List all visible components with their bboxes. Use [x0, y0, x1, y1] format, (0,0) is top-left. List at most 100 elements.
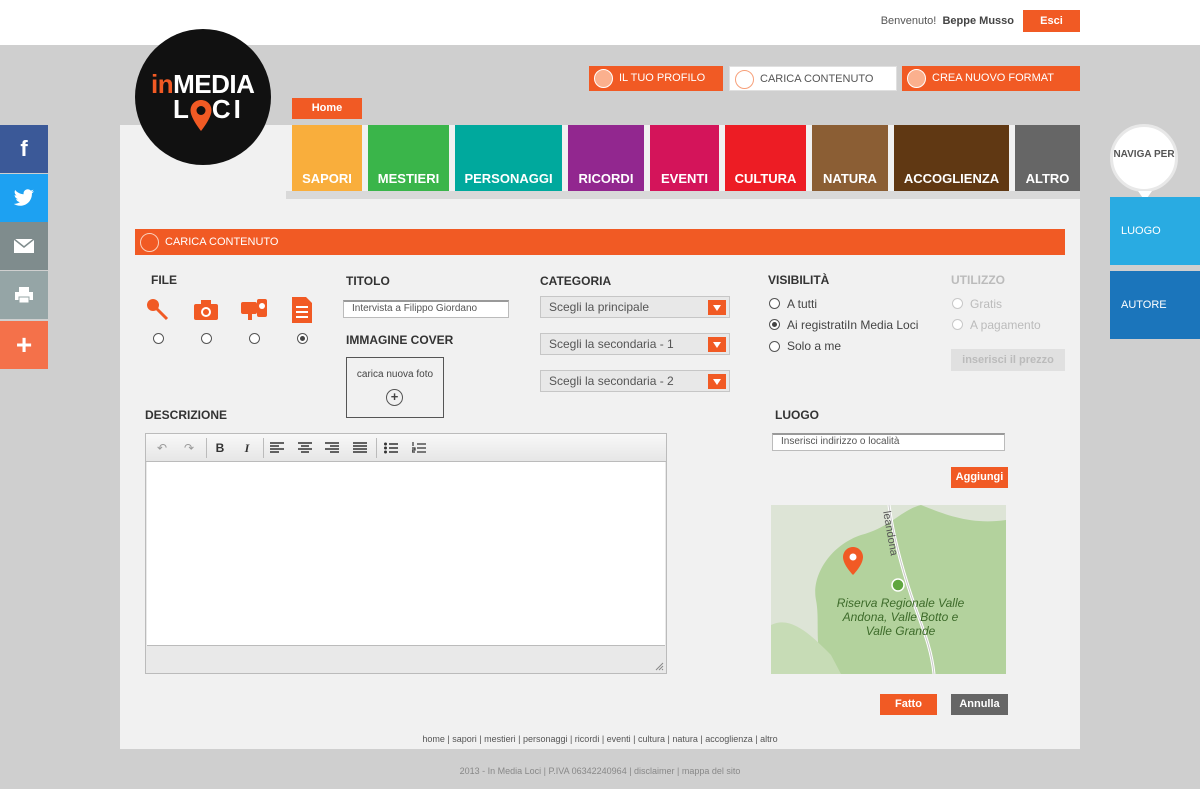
upload-content-button[interactable]: CARICA CONTENUTO: [729, 66, 897, 91]
title-label: TITOLO: [346, 274, 390, 288]
section-header: CARICA CONTENUTO: [135, 229, 1065, 255]
share-plus-icon: +: [15, 329, 33, 360]
new-format-button[interactable]: CREA NUOVO FORMAT: [902, 66, 1080, 91]
numbered-list-icon[interactable]: [412, 442, 426, 454]
place-label: LUOGO: [775, 408, 819, 422]
photo-icon[interactable]: [193, 299, 219, 321]
print-icon: [15, 287, 33, 304]
naviga-per-badge: NAVIGA PER: [1110, 124, 1178, 201]
italic-icon[interactable]: I: [236, 439, 258, 457]
usage-free-label: Gratis: [970, 297, 1003, 311]
facebook-button[interactable]: f: [0, 125, 48, 173]
align-right-icon[interactable]: [325, 442, 339, 454]
file-photo-radio[interactable]: [201, 333, 212, 344]
navigate-by-place-button[interactable]: LUOGO: [1110, 197, 1200, 265]
video-icon[interactable]: [240, 298, 268, 322]
visibility-registered-radio[interactable]: [769, 319, 780, 330]
audio-icon[interactable]: [145, 297, 171, 323]
bullet-list-icon[interactable]: [384, 442, 398, 454]
username: Beppe Musso: [942, 15, 1014, 27]
place-input[interactable]: Inserisci indirizzo o località: [772, 433, 1005, 451]
align-center-icon[interactable]: [298, 442, 312, 454]
profile-label: IL TUO PROFILO: [619, 72, 706, 84]
print-button[interactable]: [0, 271, 48, 319]
usage-paid-label: A pagamento: [970, 318, 1041, 332]
toolbar-divider: [263, 438, 264, 458]
usage-paid-radio[interactable]: [952, 319, 963, 330]
file-audio-radio[interactable]: [153, 333, 164, 344]
category-label: CATEGORIA: [540, 274, 612, 288]
twitter-button[interactable]: [0, 174, 48, 222]
category-tab-eventi[interactable]: EVENTI: [650, 125, 719, 191]
visibility-me-radio[interactable]: [769, 341, 780, 352]
upload-label: CARICA CONTENUTO: [760, 73, 874, 85]
toolbar-divider: [206, 438, 207, 458]
upload-icon: [140, 233, 159, 252]
map[interactable]: leandona Riserva Regionale Valle Andona,…: [771, 505, 1006, 674]
visibility-me-label: Solo a me: [787, 339, 842, 353]
email-button[interactable]: [0, 222, 48, 270]
title-input[interactable]: Intervista a Filippo Giordano: [343, 300, 509, 318]
bold-icon[interactable]: B: [209, 439, 231, 457]
undo-icon[interactable]: ↶: [151, 439, 173, 457]
chevron-down-icon: [708, 300, 726, 315]
align-justify-icon[interactable]: [353, 442, 367, 454]
add-place-button[interactable]: Aggiungi: [951, 467, 1008, 488]
category-tab-mestieri[interactable]: MESTIERI: [368, 125, 449, 191]
category-tab-sapori[interactable]: SAPORI: [292, 125, 362, 191]
visibility-label: VISIBILITÀ: [768, 273, 830, 287]
main-category-select[interactable]: Scegli la principale: [540, 296, 730, 318]
new-format-label: CREA NUOVO FORMAT: [932, 72, 1055, 84]
category-tab-natura[interactable]: NATURA: [812, 125, 888, 191]
map-place-label: Riserva Regionale Valle Andona, Valle Bo…: [836, 596, 965, 638]
done-button[interactable]: Fatto: [880, 694, 937, 715]
toolbar-divider: [376, 438, 377, 458]
home-tab[interactable]: Home: [292, 98, 362, 119]
cover-label: IMMAGINE COVER: [346, 333, 454, 347]
usage-free-radio[interactable]: [952, 298, 963, 309]
profile-button[interactable]: IL TUO PROFILO: [589, 66, 723, 91]
usage-label: UTILIZZO: [951, 273, 1005, 287]
category-tab-accoglienza[interactable]: ACCOGLIENZA: [894, 125, 1009, 191]
description-textarea[interactable]: [147, 462, 665, 646]
file-video-radio[interactable]: [249, 333, 260, 344]
insert-price-button[interactable]: inserisci il prezzo: [951, 349, 1065, 371]
cancel-button[interactable]: Annulla: [951, 694, 1008, 715]
category-tab-cultura[interactable]: CULTURA: [725, 125, 806, 191]
document-icon[interactable]: [291, 296, 313, 324]
secondary-category-1-select[interactable]: Scegli la secondaria - 1: [540, 333, 730, 355]
editor-toolbar: ↶ ↷ B I: [146, 434, 666, 462]
align-left-icon[interactable]: [270, 442, 284, 454]
visibility-registered-label: Ai registratiIn Media Loci: [787, 318, 919, 332]
description-label: DESCRIZIONE: [145, 408, 228, 422]
facebook-icon: f: [20, 136, 28, 161]
upload-icon: [735, 70, 754, 89]
navigate-by-author-button[interactable]: AUTORE: [1110, 271, 1200, 339]
cover-upload-box[interactable]: carica nuova foto +: [346, 357, 444, 418]
add-photo-icon[interactable]: +: [386, 389, 403, 406]
twitter-icon: [13, 189, 34, 206]
file-document-radio[interactable]: [297, 333, 308, 344]
pencil-icon: [907, 69, 926, 88]
visibility-all-label: A tutti: [787, 297, 818, 311]
logout-button[interactable]: Esci: [1023, 10, 1080, 32]
welcome-message: Benvenuto! Beppe Musso: [881, 15, 1014, 27]
redo-icon[interactable]: ↷: [178, 439, 200, 457]
description-editor: ↶ ↷ B I: [145, 433, 667, 674]
chevron-down-icon: [708, 337, 726, 352]
chevron-down-icon: [708, 374, 726, 389]
file-label: FILE: [151, 273, 177, 287]
footer-links[interactable]: home | sapori | mestieri | personaggi | …: [120, 734, 1080, 744]
welcome-text: Benvenuto!: [880, 15, 937, 27]
visibility-all-radio[interactable]: [769, 298, 780, 309]
resize-handle-icon[interactable]: [655, 662, 664, 671]
section-title: CARICA CONTENUTO: [165, 236, 279, 248]
secondary-category-2-select[interactable]: Scegli la secondaria - 2: [540, 370, 730, 392]
logo-pin-icon: [190, 100, 212, 131]
cover-upload-text: carica nuova foto: [356, 369, 434, 380]
logo[interactable]: inMEDIA L CI: [135, 29, 271, 165]
share-more-button[interactable]: +: [0, 321, 48, 369]
category-tab-personaggi[interactable]: PERSONAGGI: [455, 125, 562, 191]
category-tab-altro[interactable]: ALTRO: [1015, 125, 1080, 191]
category-tab-ricordi[interactable]: RICORDI: [568, 125, 644, 191]
